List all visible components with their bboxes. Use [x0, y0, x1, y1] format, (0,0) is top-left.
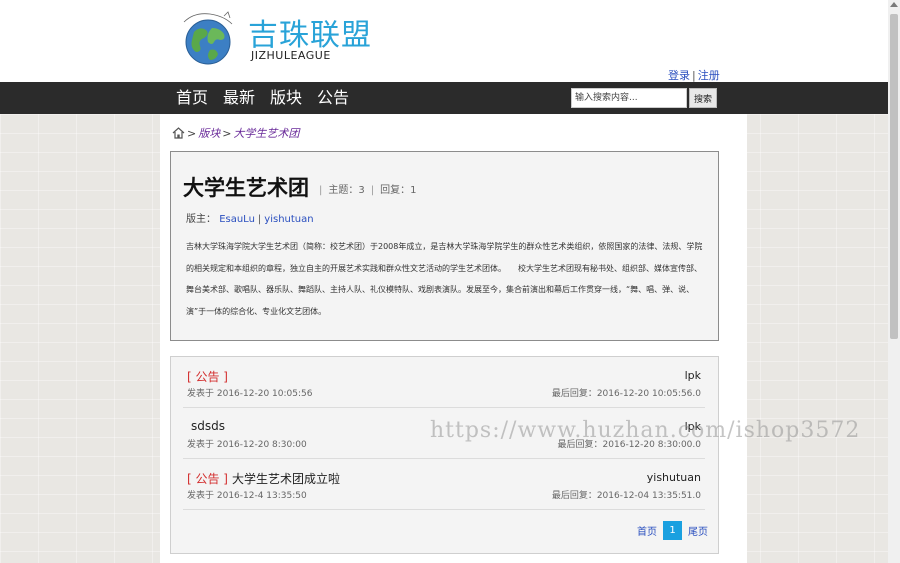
- board-title: 大学生艺术团: [183, 176, 309, 200]
- topic-title[interactable]: sdsds: [187, 419, 225, 433]
- home-icon[interactable]: [172, 127, 185, 139]
- breadcrumb-arrow: >: [187, 126, 197, 140]
- main-navbar: 首页 最新 版块 公告 搜索: [0, 82, 888, 114]
- breadcrumb: > 版块 > 大学生艺术团: [172, 125, 299, 141]
- search-input[interactable]: [571, 88, 687, 108]
- current-page-button[interactable]: 1: [663, 521, 682, 540]
- moderator-link[interactable]: yishutuan: [264, 214, 313, 225]
- topic-author[interactable]: yishutuan: [647, 471, 701, 484]
- watermark-text: https://www.huzhan.com/ishop3572: [430, 418, 861, 443]
- auth-separator: |: [692, 69, 696, 82]
- site-subtitle: JIZHULEAGUE: [251, 49, 331, 62]
- moderators-label: 版主：: [186, 214, 216, 225]
- site-title: 吉珠联盟: [248, 18, 372, 53]
- globe-logo-icon[interactable]: [180, 10, 240, 70]
- breadcrumb-boards-link[interactable]: 版块: [198, 125, 220, 141]
- moderator-separator: |: [257, 214, 262, 225]
- auth-links: 登录 | 注册: [668, 67, 720, 83]
- last-page-link[interactable]: 尾页: [688, 523, 708, 538]
- nav-item-latest[interactable]: 最新: [223, 88, 255, 108]
- topic-title[interactable]: [ 公告 ] 大学生艺术团成立啦: [187, 470, 340, 487]
- topic-last-reply: 最后回复：2016-12-04 13:35:51.0: [551, 491, 701, 501]
- topic-title-text[interactable]: sdsds: [191, 419, 225, 433]
- nav-item-announcements[interactable]: 公告: [317, 88, 349, 108]
- topic-posted-time: 发表于 2016-12-4 13:35:50: [187, 491, 307, 501]
- vertical-scrollbar[interactable]: [888, 0, 900, 563]
- register-link[interactable]: 注册: [698, 69, 720, 82]
- announcement-tag: [ 公告 ]: [187, 472, 228, 486]
- nav-item-boards[interactable]: 版块: [270, 88, 302, 108]
- moderator-link[interactable]: EsauLu: [219, 214, 255, 225]
- search-button[interactable]: 搜索: [689, 88, 717, 108]
- first-page-link[interactable]: 首页: [637, 523, 657, 538]
- pagination: 首页 1 尾页: [637, 521, 708, 540]
- moderators: 版主： EsauLu | yishutuan: [186, 210, 314, 225]
- stats-separator: |: [319, 185, 323, 196]
- topic-count: 主题：3: [328, 185, 365, 196]
- scroll-up-arrow-icon[interactable]: [890, 2, 898, 7]
- topic-posted-time: 发表于 2016-12-20 8:30:00: [187, 440, 307, 450]
- breadcrumb-arrow: >: [222, 126, 232, 140]
- topic-row[interactable]: [ 公告 ] 发表于 2016-12-20 10:05:56 lpk 最后回复：…: [183, 357, 705, 408]
- topic-title[interactable]: [ 公告 ]: [187, 368, 232, 385]
- topic-posted-time: 发表于 2016-12-20 10:05:56: [187, 389, 313, 399]
- nav-item-home[interactable]: 首页: [176, 88, 208, 108]
- stats-separator: |: [370, 185, 375, 196]
- board-info-panel: 大学生艺术团 | 主题：3 | 回复：1 版主： EsauLu | yishutuan 吉…: [170, 151, 719, 341]
- board-stats: | 主题：3 | 回复：1: [313, 181, 417, 196]
- header: 吉珠联盟 JIZHULEAGUE 登录 | 注册: [0, 0, 888, 82]
- breadcrumb-current: 大学生艺术团: [233, 127, 300, 140]
- topic-title-text[interactable]: 大学生艺术团成立啦: [232, 472, 340, 486]
- reply-count: 回复：1: [380, 185, 417, 196]
- topic-row[interactable]: [ 公告 ] 大学生艺术团成立啦 发表于 2016-12-4 13:35:50 y…: [183, 459, 705, 510]
- board-description: 吉林大学珠海学院大学生艺术团（简称：校艺术团）于2008年成立，是吉林大学珠海学…: [186, 242, 703, 316]
- topic-author[interactable]: lpk: [685, 369, 701, 382]
- announcement-tag: [ 公告 ]: [187, 370, 228, 384]
- topic-last-reply: 最后回复：2016-12-20 10:05:56.0: [551, 389, 701, 399]
- nav-menu: 首页 最新 版块 公告: [176, 88, 364, 108]
- scroll-thumb[interactable]: [890, 14, 898, 339]
- login-link[interactable]: 登录: [668, 69, 690, 82]
